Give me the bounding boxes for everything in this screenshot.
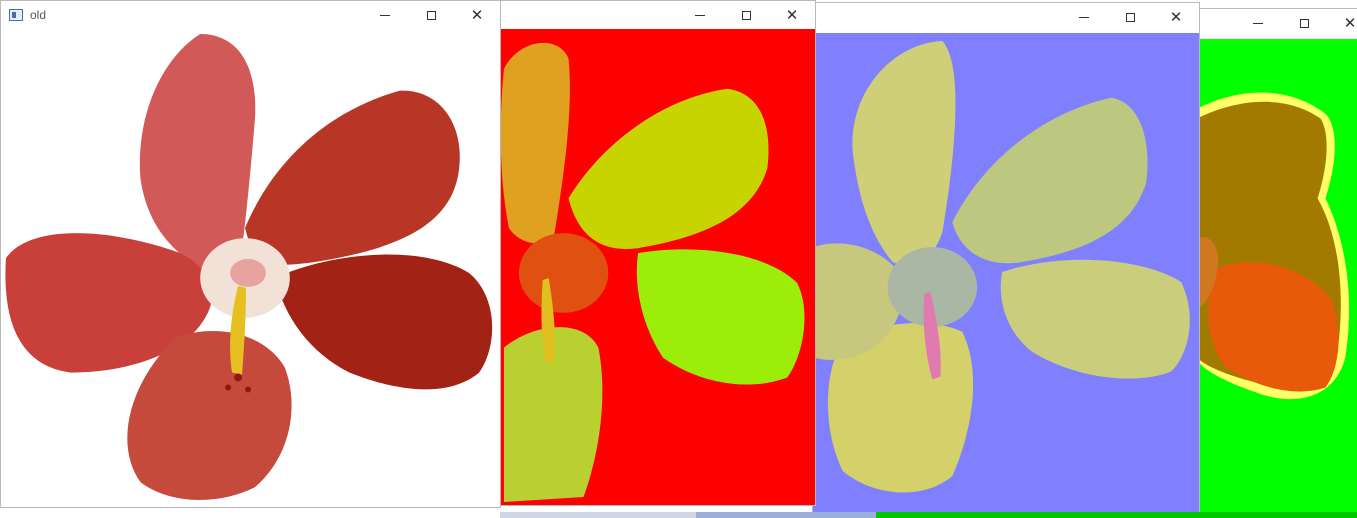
- image-view: [1197, 39, 1357, 517]
- window-controls: ✕: [1235, 9, 1357, 37]
- close-icon: ✕: [1343, 14, 1357, 32]
- minimize-icon: [695, 14, 705, 16]
- titlebar[interactable]: ✕: [813, 3, 1199, 31]
- minimize-button[interactable]: [1061, 3, 1107, 31]
- titlebar[interactable]: ✕: [1197, 9, 1357, 37]
- minimize-button[interactable]: [1235, 9, 1281, 37]
- minimize-button[interactable]: [362, 1, 408, 29]
- window-blue-background[interactable]: ✕: [812, 2, 1200, 515]
- minimize-icon: [1079, 16, 1089, 18]
- close-button[interactable]: ✕: [769, 1, 815, 29]
- window-controls: ✕: [1061, 3, 1199, 31]
- window-edge-strip: [696, 512, 876, 518]
- flower-image-green: [1197, 39, 1357, 517]
- maximize-icon: [741, 10, 751, 20]
- window-green-background[interactable]: ✕: [1196, 8, 1357, 518]
- app-icon: [9, 9, 23, 21]
- titlebar[interactable]: old ✕: [1, 1, 500, 29]
- window-old[interactable]: old ✕: [0, 0, 501, 508]
- window-title: old: [30, 8, 47, 22]
- close-button[interactable]: ✕: [1327, 9, 1357, 37]
- maximize-icon: [1299, 18, 1309, 28]
- minimize-button[interactable]: [677, 1, 723, 29]
- maximize-icon: [426, 10, 436, 20]
- close-button[interactable]: ✕: [1153, 3, 1199, 31]
- close-icon: ✕: [1169, 8, 1183, 26]
- window-red-background[interactable]: ✕: [498, 0, 816, 506]
- image-view: [1, 29, 500, 507]
- window-edge-strip: [876, 512, 1357, 518]
- flower-image-original: [1, 29, 500, 507]
- desktop: ✕ ✕ ✕ old ✕: [0, 0, 1357, 518]
- flower-image-red: [499, 29, 815, 505]
- window-controls: ✕: [677, 1, 815, 29]
- titlebar[interactable]: ✕: [499, 1, 815, 29]
- maximize-button[interactable]: [408, 1, 454, 29]
- close-icon: ✕: [785, 6, 799, 24]
- close-icon: ✕: [470, 6, 484, 24]
- window-controls: ✕: [362, 1, 500, 29]
- maximize-button[interactable]: [1281, 9, 1327, 37]
- maximize-button[interactable]: [1107, 3, 1153, 31]
- minimize-icon: [380, 14, 390, 16]
- minimize-icon: [1253, 22, 1263, 24]
- image-view: [499, 29, 815, 505]
- flower-image-blue: [813, 33, 1199, 514]
- close-button[interactable]: ✕: [454, 1, 500, 29]
- image-view: [813, 33, 1199, 514]
- maximize-button[interactable]: [723, 1, 769, 29]
- maximize-icon: [1125, 12, 1135, 22]
